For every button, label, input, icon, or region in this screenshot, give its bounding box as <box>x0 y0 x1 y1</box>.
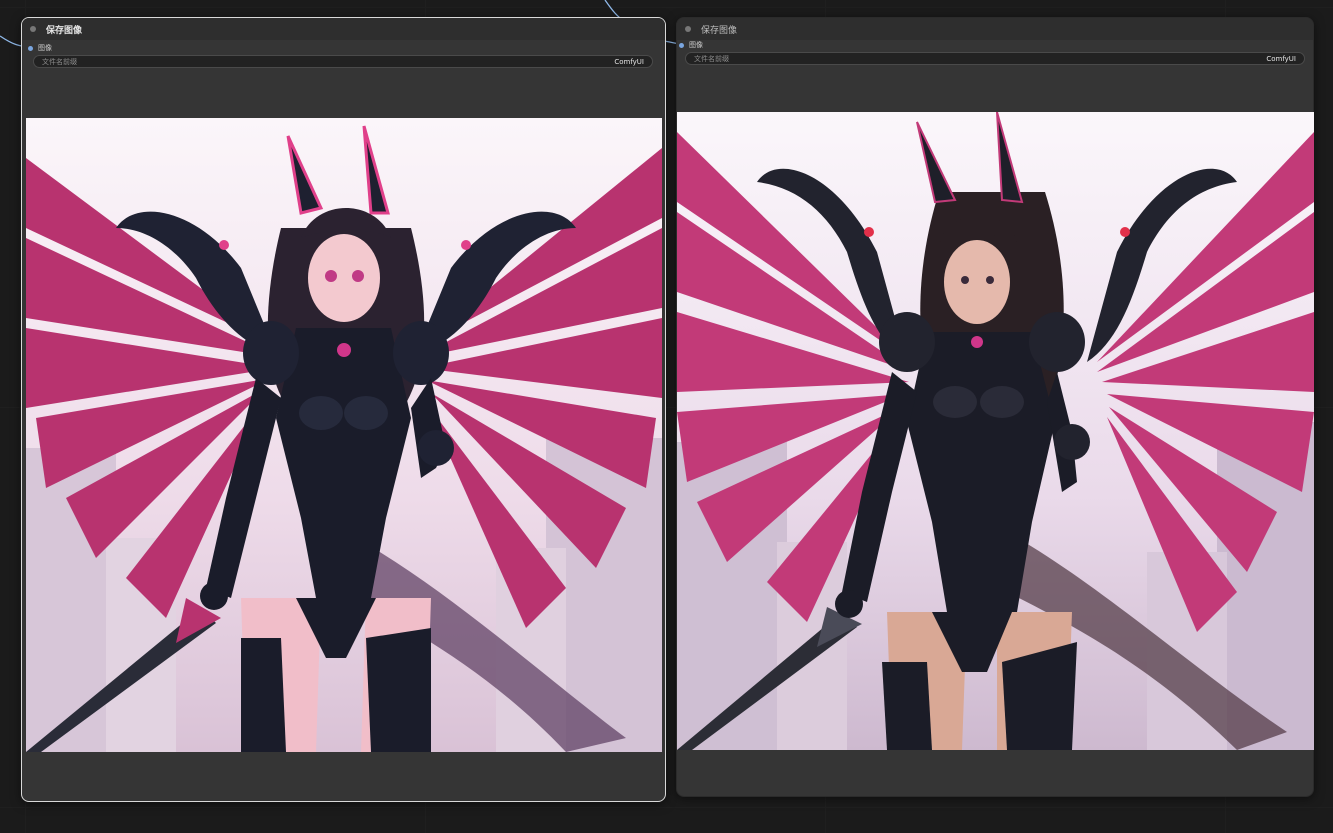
input-label: 图像 <box>38 44 52 52</box>
node-titlebar[interactable]: 保存图像 <box>677 18 1313 40</box>
input-socket-icon[interactable] <box>28 45 33 51</box>
image-preview[interactable] <box>26 118 662 752</box>
image-input-slot[interactable]: 图像 <box>679 40 703 50</box>
image-input-slot[interactable]: 图像 <box>28 43 52 53</box>
preview-image-photoreal <box>677 112 1314 750</box>
preview-image-anime <box>26 118 662 752</box>
filename-prefix-field[interactable]: 文件名前缀 ComfyUI <box>685 52 1305 65</box>
widget-label: 文件名前缀 <box>694 54 729 63</box>
save-image-node-left[interactable]: 保存图像 图像 文件名前缀 ComfyUI <box>21 17 666 802</box>
collapse-toggle-icon[interactable] <box>30 26 36 32</box>
node-titlebar[interactable]: 保存图像 <box>22 18 665 40</box>
widget-value: ComfyUI <box>1266 54 1296 63</box>
widget-value: ComfyUI <box>614 57 644 66</box>
save-image-node-right[interactable]: 保存图像 图像 文件名前缀 ComfyUI <box>676 17 1314 797</box>
input-socket-icon[interactable] <box>679 42 684 48</box>
image-preview[interactable] <box>677 112 1314 750</box>
node-title: 保存图像 <box>46 25 83 36</box>
filename-prefix-field[interactable]: 文件名前缀 ComfyUI <box>33 55 653 68</box>
collapse-toggle-icon[interactable] <box>685 26 691 32</box>
input-label: 图像 <box>689 41 703 49</box>
widget-label: 文件名前缀 <box>42 57 77 66</box>
node-title: 保存图像 <box>701 25 738 36</box>
